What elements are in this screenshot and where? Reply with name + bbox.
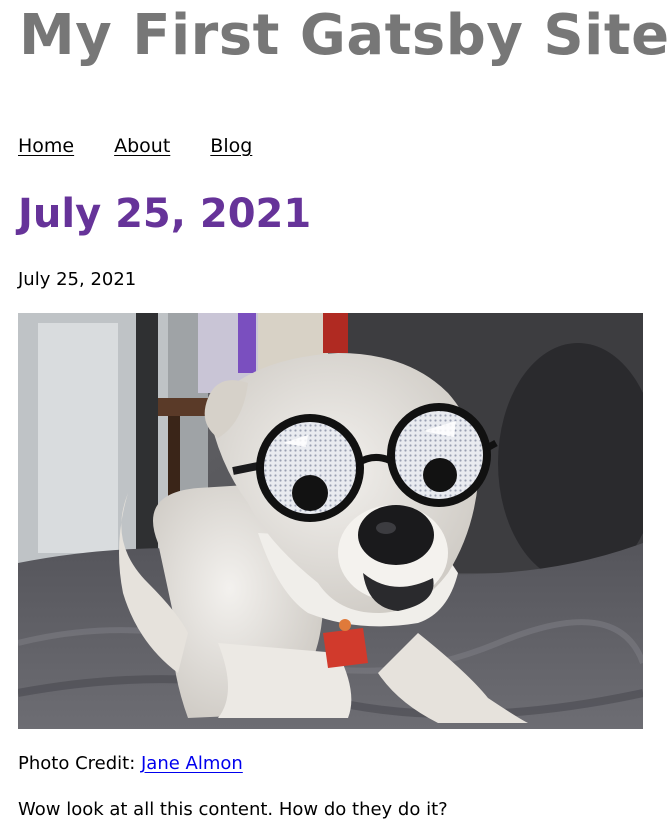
post-body: Wow look at all this content. How do the… bbox=[18, 799, 448, 820]
nav-link-blog[interactable]: Blog bbox=[210, 134, 252, 158]
photo-credit-link[interactable]: Jane Almon bbox=[141, 753, 243, 774]
nav-link-about[interactable]: About bbox=[114, 134, 170, 158]
nav-list: Home About Blog bbox=[18, 134, 292, 158]
nav-item-about: About bbox=[114, 134, 210, 158]
nav-item-blog: Blog bbox=[210, 134, 292, 158]
photo-credit-prefix: Photo Credit: bbox=[18, 753, 141, 774]
nav-link-home[interactable]: Home bbox=[18, 134, 74, 158]
post-date: July 25, 2021 bbox=[18, 269, 137, 290]
site-title: My First Gatsby Site bbox=[19, 3, 669, 68]
hero-image bbox=[18, 313, 643, 729]
post-title: July 25, 2021 bbox=[18, 191, 312, 237]
nav-item-home: Home bbox=[18, 134, 114, 158]
dog-photo-illustration bbox=[18, 313, 643, 729]
photo-credit: Photo Credit: Jane Almon bbox=[18, 752, 243, 776]
